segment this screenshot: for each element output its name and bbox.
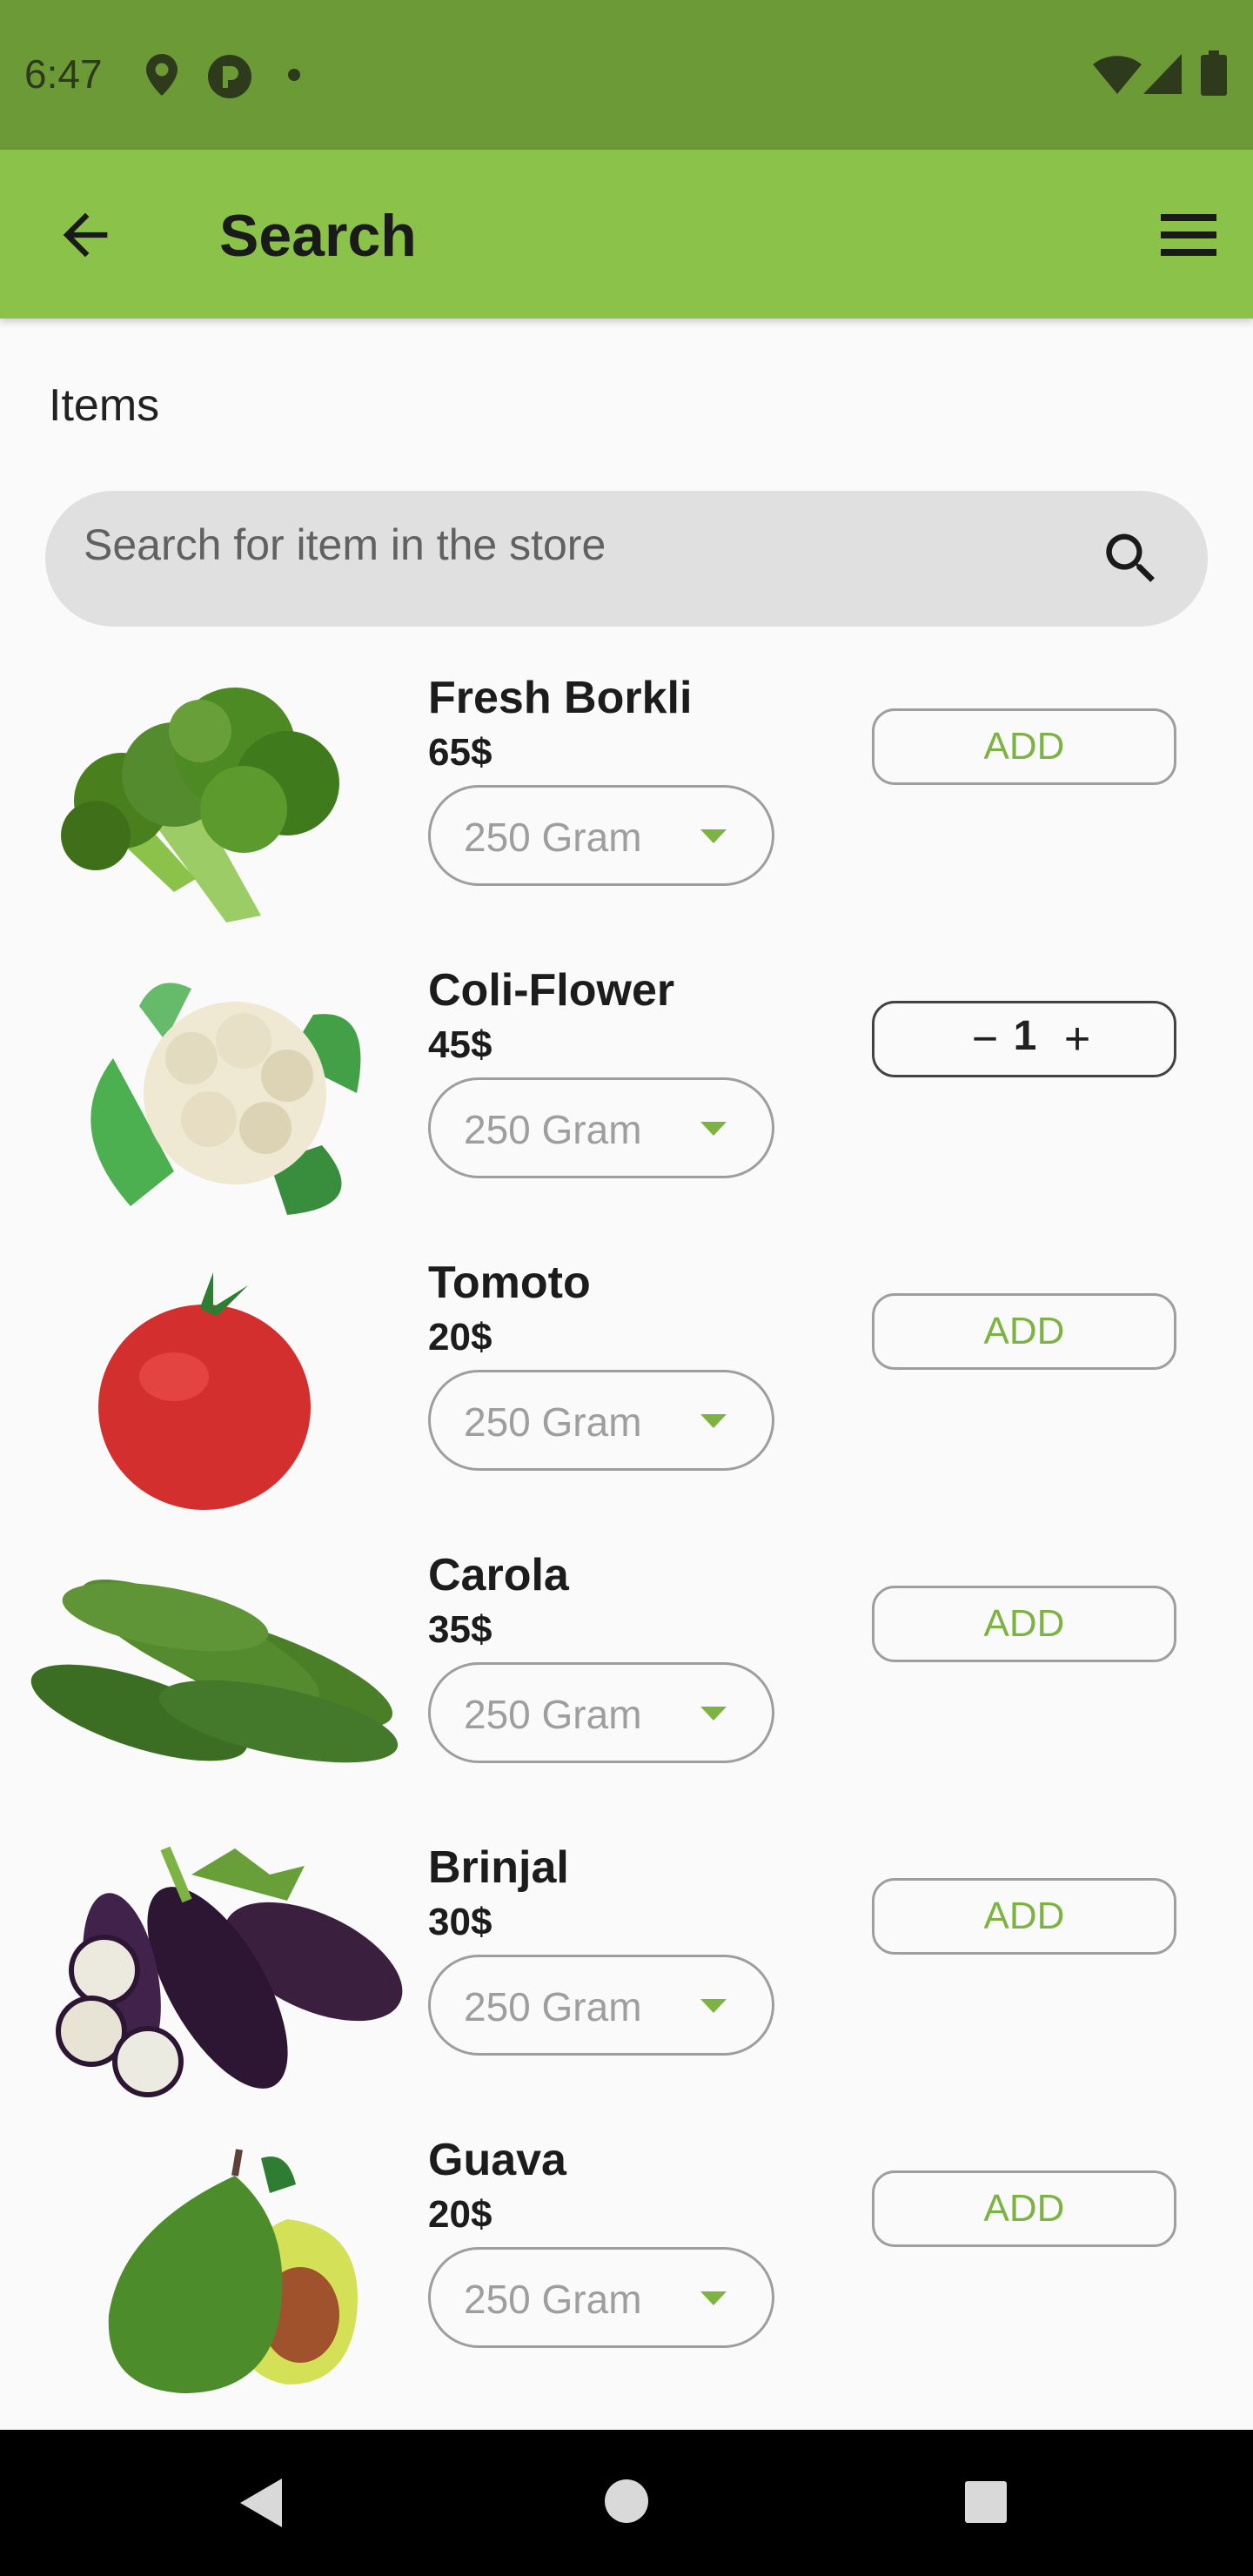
unit-dropdown[interactable]: 250 Gram xyxy=(428,1955,774,2056)
unit-dropdown[interactable]: 250 Gram xyxy=(428,1662,774,1763)
signal-icon xyxy=(1143,54,1182,94)
item-price: 45$ xyxy=(428,1023,492,1066)
chevron-down-icon xyxy=(700,1414,727,1428)
quantity-value: 1 xyxy=(1013,1013,1037,1059)
search-input[interactable] xyxy=(84,491,1084,599)
system-nav-bar xyxy=(0,2430,1253,2576)
app-badge-icon xyxy=(208,55,251,98)
broccoli-image xyxy=(61,688,339,922)
chevron-down-icon xyxy=(700,1122,727,1136)
search-bar xyxy=(45,491,1208,627)
unit-label: 250 Gram xyxy=(464,1984,642,2029)
avocado-image xyxy=(108,2149,358,2393)
chevron-down-icon xyxy=(700,2291,727,2305)
back-arrow-icon[interactable] xyxy=(52,202,118,268)
item-price: 35$ xyxy=(428,1608,492,1651)
quantity-stepper: − 1 + xyxy=(872,1001,1176,1077)
list-item: Fresh Borkli 65$ 250 Gram ADD xyxy=(0,651,1253,943)
item-name: Carola xyxy=(428,1550,569,1600)
unit-dropdown[interactable]: 250 Gram xyxy=(428,1370,774,1471)
item-name: Guava xyxy=(428,2135,566,2185)
status-time: 6:47 xyxy=(24,51,103,97)
bitter-gourd-image xyxy=(30,1579,399,1763)
nav-recents-icon[interactable] xyxy=(964,2480,1008,2524)
tomato-image xyxy=(98,1272,311,1510)
nav-home-icon[interactable] xyxy=(604,2479,649,2524)
unit-label: 250 Gram xyxy=(464,1692,642,1737)
item-price: 30$ xyxy=(428,1901,492,1943)
page-title: Search xyxy=(219,203,417,269)
wifi-icon xyxy=(1093,56,1142,94)
item-name: Fresh Borkli xyxy=(428,673,693,723)
unit-dropdown[interactable]: 250 Gram xyxy=(428,785,774,886)
status-bar: 6:47 xyxy=(0,0,1253,150)
chevron-down-icon xyxy=(700,1999,727,2013)
unit-label: 250 Gram xyxy=(464,2277,642,2322)
chevron-down-icon xyxy=(700,829,727,843)
add-button[interactable]: ADD xyxy=(872,1586,1176,1662)
location-icon xyxy=(146,54,178,96)
nav-back-icon[interactable] xyxy=(237,2477,285,2529)
item-name: Tomoto xyxy=(428,1258,591,1308)
menu-icon[interactable] xyxy=(1157,207,1220,263)
item-name: Brinjal xyxy=(428,1842,569,1893)
item-price: 20$ xyxy=(428,2193,492,2236)
item-price: 20$ xyxy=(428,1316,492,1358)
list-item: Tomoto 20$ 250 Gram ADD xyxy=(0,1236,1253,1528)
chevron-down-icon xyxy=(700,1707,727,1721)
list-item: Brinjal 30$ 250 Gram ADD xyxy=(0,1821,1253,2113)
dot-icon xyxy=(288,69,300,81)
unit-label: 250 Gram xyxy=(464,1399,642,1445)
list-item: Guava 20$ 250 Gram ADD xyxy=(0,2113,1253,2405)
unit-dropdown[interactable]: 250 Gram xyxy=(428,1077,774,1178)
app-bar: Search xyxy=(0,150,1253,319)
unit-label: 250 Gram xyxy=(464,815,642,860)
battery-icon xyxy=(1201,50,1227,96)
add-button[interactable]: ADD xyxy=(872,2170,1176,2247)
item-name: Coli-Flower xyxy=(428,965,675,1016)
list-item: Coli-Flower 45$ 250 Gram − 1 + xyxy=(0,943,1253,1236)
unit-label: 250 Gram xyxy=(464,1107,642,1152)
eggplant-image xyxy=(56,1846,403,2097)
add-button[interactable]: ADD xyxy=(872,1293,1176,1370)
cauliflower-image xyxy=(90,983,361,1215)
section-title: Items xyxy=(49,380,160,431)
list-item: Carola 35$ 250 Gram ADD xyxy=(0,1528,1253,1821)
item-price: 65$ xyxy=(428,731,492,774)
increment-button[interactable]: + xyxy=(1047,1009,1108,1070)
unit-dropdown[interactable]: 250 Gram xyxy=(428,2247,774,2348)
search-icon[interactable] xyxy=(1098,526,1164,592)
add-button[interactable]: ADD xyxy=(872,1878,1176,1955)
add-button[interactable]: ADD xyxy=(872,708,1176,785)
